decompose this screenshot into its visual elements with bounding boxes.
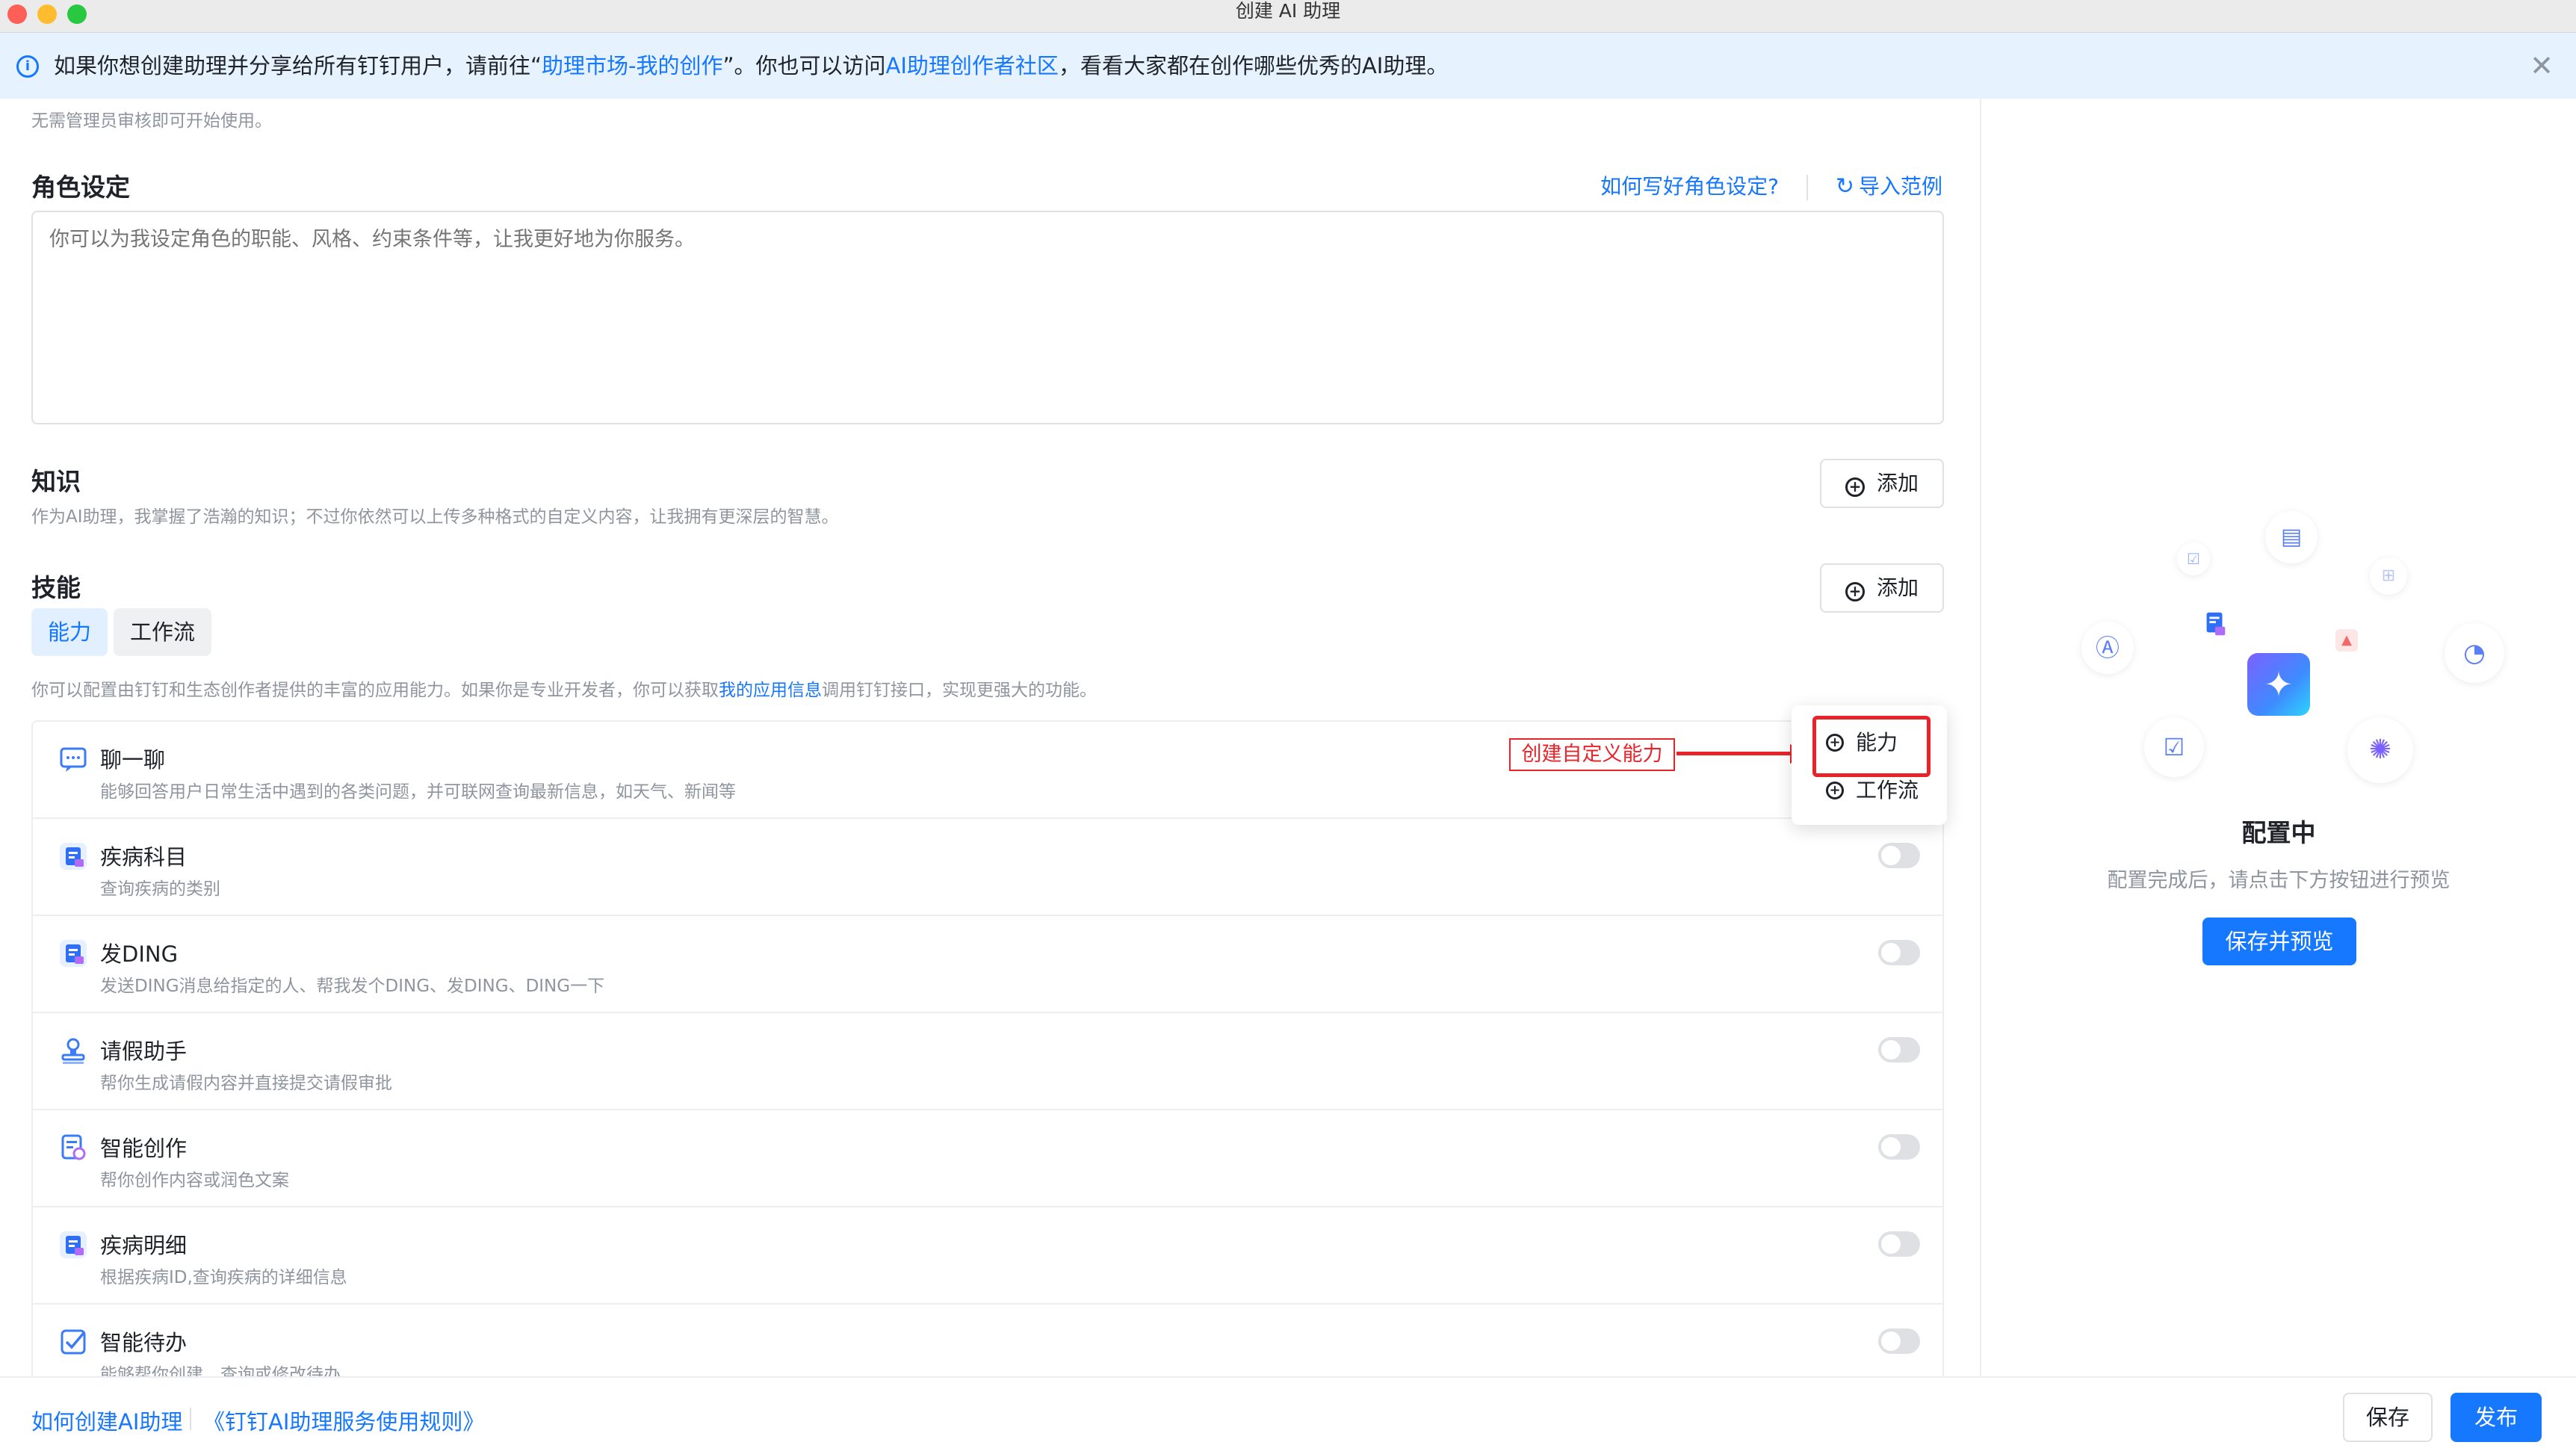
skill-toggle[interactable] [1878,843,1920,868]
add-skill-label: 添加 [1876,575,1919,600]
skill-name: 聊一聊 [100,747,166,773]
publish-button[interactable]: 发布 [2450,1393,2542,1442]
skill-name: 请假助手 [100,1039,188,1064]
grid-icon: ⊞ [2370,557,2407,595]
divider [190,1408,191,1430]
document-icon: ▤ [2265,511,2318,563]
doc-app-icon [60,1231,87,1258]
skill-desc-part: 调用钉钉接口，实现更强大的功能。 [822,681,1097,700]
creator-community-link[interactable]: AI助理创作者社区 [886,53,1059,78]
add-knowledge-label: 添加 [1876,471,1919,495]
skill-name: 发DING [100,941,179,967]
config-status-title: 配置中 [2241,818,2316,847]
save-button[interactable]: 保存 [2343,1393,2433,1442]
skill-desc-text: 发送DING消息给指定的人、帮我发个DING、发DING、DING一下 [100,977,605,996]
skill-row-disease-category: 疾病科目 查询疾病的类别 [33,819,1942,916]
doc-app-small-icon [2201,610,2229,638]
my-app-info-link[interactable]: 我的应用信息 [719,681,822,700]
skill-toggle[interactable] [1878,1037,1920,1062]
how-to-create-link[interactable]: 如何创建AI助理 [31,1405,182,1436]
tab-capability[interactable]: 能力 [31,608,108,656]
plus-circle-icon: + [1845,582,1865,601]
skill-name: 智能待办 [100,1330,188,1355]
plus-circle-icon: + [1845,477,1865,497]
config-status-desc: 配置完成后，请点击下方按钮进行预览 [2107,869,2450,892]
skill-desc-part: 你可以配置由钉钉和生态创作者提供的丰富的应用能力。如果你是专业开发者，你可以获取 [31,681,719,700]
annotation-label: 创建自定义能力 [1509,738,1675,771]
skill-row-smart-writing: 智能创作 帮你创作内容或润色文案 [33,1110,1942,1207]
doc-app-icon [60,843,87,870]
banner-close-icon[interactable]: ✕ [2530,51,2554,81]
chart-pie-icon: ◔ [2445,623,2504,683]
skill-toggle[interactable] [1878,940,1920,965]
skill-row-disease-detail: 疾病明细 根据疾病ID,查询疾病的详细信息 [33,1207,1942,1305]
skill-desc-text: 帮你生成请假内容并直接提交请假审批 [100,1074,392,1093]
banner-text-part: 如果你想创建助理并分享给所有钉钉用户，请前往“ [54,53,542,78]
skill-name: 疾病明细 [100,1233,188,1258]
annotation-arrow-line [1676,752,1796,755]
skill-desc-text: 根据疾病ID,查询疾病的详细信息 [100,1268,347,1287]
role-section-title: 角色设定 [31,173,130,202]
skill-row-send-ding: 发DING 发送DING消息给指定的人、帮我发个DING、发DING、DING一… [33,916,1942,1013]
window-title: 创建 AI 助理 [1235,0,1341,22]
market-creation-link[interactable]: 助理市场-我的创作 [542,53,722,78]
skill-desc-text: 查询疾病的类别 [100,879,220,899]
chat-icon [60,747,87,772]
translate-icon: Ⓐ [2081,622,2134,674]
tab-workflow[interactable]: 工作流 [114,608,212,656]
top-hint: 无需管理员审核即可开始使用。 [31,111,272,131]
refresh-icon[interactable]: ↻ [1836,173,1854,199]
skill-desc: 你可以配置由钉钉和生态创作者提供的丰富的应用能力。如果你是专业开发者，你可以获取… [31,675,1097,701]
window-titlebar: 创建 AI 助理 [0,0,2576,33]
skill-toggle[interactable] [1878,1328,1920,1354]
notice-banner: i 如果你想创建助理并分享给所有钉钉用户，请前往“助理市场-我的创作”。你也可以… [0,33,2576,99]
skill-section-title: 技能 [31,573,81,602]
info-icon: i [16,55,39,78]
skill-list: 聊一聊 能够回答用户日常生活中遇到的各类问题，并可联网查询最新信息，如天气、新闻… [31,720,1944,1376]
knowledge-section-title: 知识 [31,467,81,496]
skill-desc-text: 帮你创作内容或润色文案 [100,1171,289,1190]
magic-wand-icon: ✦ [2247,653,2310,716]
preview-panel: ▤ ☑ ⊞ Ⓐ ▲ ◔ ✦ ☑ ✺ 配置中 配置完成后，请点击下方按钮进行预览 … [1981,99,2576,1376]
todo-check-icon [61,1329,86,1355]
banner-text: 如果你想创建助理并分享给所有钉钉用户，请前往“助理市场-我的创作”。你也可以访问… [54,52,1448,79]
role-setting-input[interactable] [31,211,1944,424]
checkbox-small-icon: ☑ [2177,542,2210,575]
footer: 如何创建AI助理 《钉钉AI助理服务使用规则》 保存 发布 [0,1376,2576,1454]
skill-toggle[interactable] [1878,1231,1920,1257]
config-main: 无需管理员审核即可开始使用。 角色设定 如何写好角色设定? ↻导入范例 知识 作… [0,99,1980,1376]
skill-name: 智能创作 [100,1136,188,1161]
skill-toggle[interactable] [1878,1134,1920,1160]
skill-name: 疾病科目 [100,844,188,870]
save-and-preview-button[interactable]: 保存并预览 [2202,918,2356,965]
add-knowledge-button[interactable]: + 添加 [1820,459,1944,508]
skill-desc-text: 能够回答用户日常生活中遇到的各类问题，并可联网查询最新信息，如天气、新闻等 [100,782,736,802]
add-skill-button[interactable]: + 添加 [1820,563,1944,613]
annotation-highlight-box [1812,716,1931,777]
knowledge-desc: 作为AI助理，我掌握了浩瀚的知识；不过你依然可以上传多种格式的自定义内容，让我拥… [31,507,839,527]
plus-circle-icon: + [1826,782,1844,799]
banner-text-part: ”。你也可以访问 [722,53,886,78]
skill-row-leave-assistant: 请假助手 帮你生成请假内容并直接提交请假审批 [33,1013,1942,1110]
role-help-link[interactable]: 如何写好角色设定? [1600,174,1779,199]
divider [1806,175,1808,200]
skill-row-smart-todo: 智能待办 能够帮你创建、查询或修改待办 [33,1305,1942,1376]
banner-text-part: ，看看大家都在创作哪些优秀的AI助理。 [1058,53,1449,78]
skill-desc-text: 能够帮你创建、查询或修改待办 [100,1365,341,1376]
pdf-icon: ▲ [2335,629,2358,652]
stamp-icon [61,1038,85,1064]
service-rules-link[interactable]: 《钉钉AI助理服务使用规则》 [203,1405,484,1436]
atom-icon: ✺ [2347,717,2413,783]
role-links: 如何写好角色设定? ↻ 导入范例 [1600,170,1942,200]
calendar-check-icon: ☑ [2144,717,2204,777]
import-example-link[interactable]: 导入范例 [1859,174,1942,199]
doc-app-icon [60,940,87,967]
writing-icon [61,1134,86,1160]
